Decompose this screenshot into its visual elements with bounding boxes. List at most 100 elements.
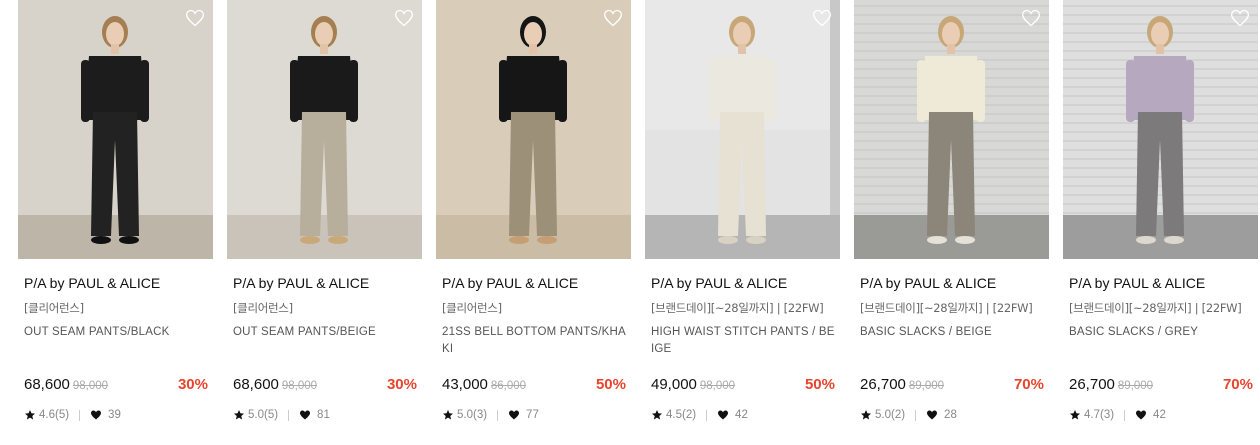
divider: [79, 409, 81, 421]
product-image[interactable]: [854, 0, 1049, 259]
model-photo: [854, 0, 1049, 259]
product-name[interactable]: 21SS BELL BOTTOM PANTS/KHAKI: [442, 324, 628, 358]
divider: [915, 409, 917, 421]
divider: [706, 409, 708, 421]
heart-filled-icon: [508, 409, 520, 421]
wishlist-heart-icon[interactable]: [812, 8, 832, 28]
review-meta: 4.7(3) 42: [1069, 409, 1166, 421]
heart-filled-icon: [717, 409, 729, 421]
price-row: 68,600 98,000 30%: [233, 376, 417, 396]
sale-price: 43,000: [442, 376, 488, 393]
review-meta: 4.5(2) 42: [651, 409, 748, 421]
review-meta: 5.0(2) 28: [860, 409, 957, 421]
discount-rate: 50%: [595, 376, 626, 393]
original-price: 98,000: [699, 380, 736, 392]
sale-price: 26,700: [860, 376, 906, 393]
price-row: 68,600 98,000 30%: [24, 376, 208, 396]
sale-price: 68,600: [233, 376, 279, 393]
product-card[interactable]: P/A by PAUL & ALICE [클리어런스] OUT SEAM PANTS…: [18, 0, 213, 445]
discount-rate: 70%: [1222, 376, 1253, 393]
product-card[interactable]: P/A by PAUL & ALICE [클리어런스] OUT SEAM PANTS…: [227, 0, 422, 445]
sale-price: 49,000: [651, 376, 697, 393]
original-price: 98,000: [281, 380, 318, 392]
rating-text: 5.0(3): [457, 409, 488, 421]
product-name[interactable]: OUT SEAM PANTS/BEIGE: [233, 324, 419, 341]
rating-text: 4.5(2): [666, 409, 697, 421]
product-card[interactable]: P/A by PAUL & ALICE [브랜드데이][~28일까지] | [22…: [645, 0, 840, 445]
discount-rate: 70%: [1013, 376, 1044, 393]
brand-name[interactable]: P/A by PAUL & ALICE: [233, 275, 369, 291]
divider: [497, 409, 499, 421]
product-image[interactable]: [1063, 0, 1258, 259]
heart-filled-icon: [926, 409, 938, 421]
wishlist-heart-icon[interactable]: [603, 8, 623, 28]
rating-text: 5.0(2): [875, 409, 906, 421]
discount-rate: 30%: [386, 376, 417, 393]
brand-name[interactable]: P/A by PAUL & ALICE: [1069, 275, 1205, 291]
rating-text: 5.0(5): [248, 409, 279, 421]
review-meta: 4.6(5) 39: [24, 409, 121, 421]
original-price: 98,000: [72, 380, 109, 392]
promo-tag: [브랜드데이][~28일까지] | [22FW]: [860, 301, 1033, 315]
model-photo: [645, 0, 840, 259]
model-photo: [436, 0, 631, 259]
likes-count: 28: [944, 409, 957, 421]
product-grid: P/A by PAUL & ALICE [클리어런스] OUT SEAM PANTS…: [0, 0, 1260, 445]
original-price: 86,000: [490, 380, 527, 392]
promo-tag: [브랜드데이][~28일까지] | [22FW]: [1069, 301, 1242, 315]
wishlist-heart-icon[interactable]: [1230, 8, 1250, 28]
model-photo: [18, 0, 213, 259]
likes-count: 42: [1153, 409, 1166, 421]
model-photo: [227, 0, 422, 259]
heart-filled-icon: [1135, 409, 1147, 421]
review-meta: 5.0(3) 77: [442, 409, 539, 421]
promo-tag: [클리어런스]: [24, 301, 84, 315]
product-image[interactable]: [18, 0, 213, 259]
product-name[interactable]: OUT SEAM PANTS/BLACK: [24, 324, 210, 341]
review-meta: 5.0(5) 81: [233, 409, 330, 421]
heart-filled-icon: [299, 409, 311, 421]
product-card[interactable]: P/A by PAUL & ALICE [클리어런스] 21SS BELL BOTT…: [436, 0, 631, 445]
wishlist-heart-icon[interactable]: [185, 8, 205, 28]
brand-name[interactable]: P/A by PAUL & ALICE: [651, 275, 787, 291]
product-name[interactable]: HIGH WAIST STITCH PANTS / BEIGE: [651, 324, 837, 358]
brand-name[interactable]: P/A by PAUL & ALICE: [442, 275, 578, 291]
product-card[interactable]: P/A by PAUL & ALICE [브랜드데이][~28일까지] | [22…: [854, 0, 1049, 445]
promo-tag: [클리어런스]: [442, 301, 502, 315]
sale-price: 26,700: [1069, 376, 1115, 393]
discount-rate: 50%: [804, 376, 835, 393]
rating-text: 4.7(3): [1084, 409, 1115, 421]
heart-filled-icon: [90, 409, 102, 421]
product-card[interactable]: P/A by PAUL & ALICE [브랜드데이][~28일까지] | [22…: [1063, 0, 1258, 445]
likes-count: 39: [108, 409, 121, 421]
star-icon: [860, 409, 872, 421]
discount-rate: 30%: [177, 376, 208, 393]
sale-price: 68,600: [24, 376, 70, 393]
model-photo: [1063, 0, 1258, 259]
promo-tag: [브랜드데이][~28일까지] | [22FW]: [651, 301, 824, 315]
product-image[interactable]: [227, 0, 422, 259]
likes-count: 81: [317, 409, 330, 421]
product-image[interactable]: [436, 0, 631, 259]
price-row: 43,000 86,000 50%: [442, 376, 626, 396]
star-icon: [442, 409, 454, 421]
price-row: 49,000 98,000 50%: [651, 376, 835, 396]
rating-text: 4.6(5): [39, 409, 70, 421]
brand-name[interactable]: P/A by PAUL & ALICE: [24, 275, 160, 291]
original-price: 89,000: [908, 380, 945, 392]
star-icon: [1069, 409, 1081, 421]
brand-name[interactable]: P/A by PAUL & ALICE: [860, 275, 996, 291]
star-icon: [24, 409, 36, 421]
price-row: 26,700 89,000 70%: [1069, 376, 1253, 396]
product-name[interactable]: BASIC SLACKS / GREY: [1069, 324, 1255, 341]
likes-count: 42: [735, 409, 748, 421]
likes-count: 77: [526, 409, 539, 421]
star-icon: [233, 409, 245, 421]
product-image[interactable]: [645, 0, 840, 259]
star-icon: [651, 409, 663, 421]
wishlist-heart-icon[interactable]: [1021, 8, 1041, 28]
wishlist-heart-icon[interactable]: [394, 8, 414, 28]
product-name[interactable]: BASIC SLACKS / BEIGE: [860, 324, 1046, 341]
promo-tag: [클리어런스]: [233, 301, 293, 315]
divider: [288, 409, 290, 421]
